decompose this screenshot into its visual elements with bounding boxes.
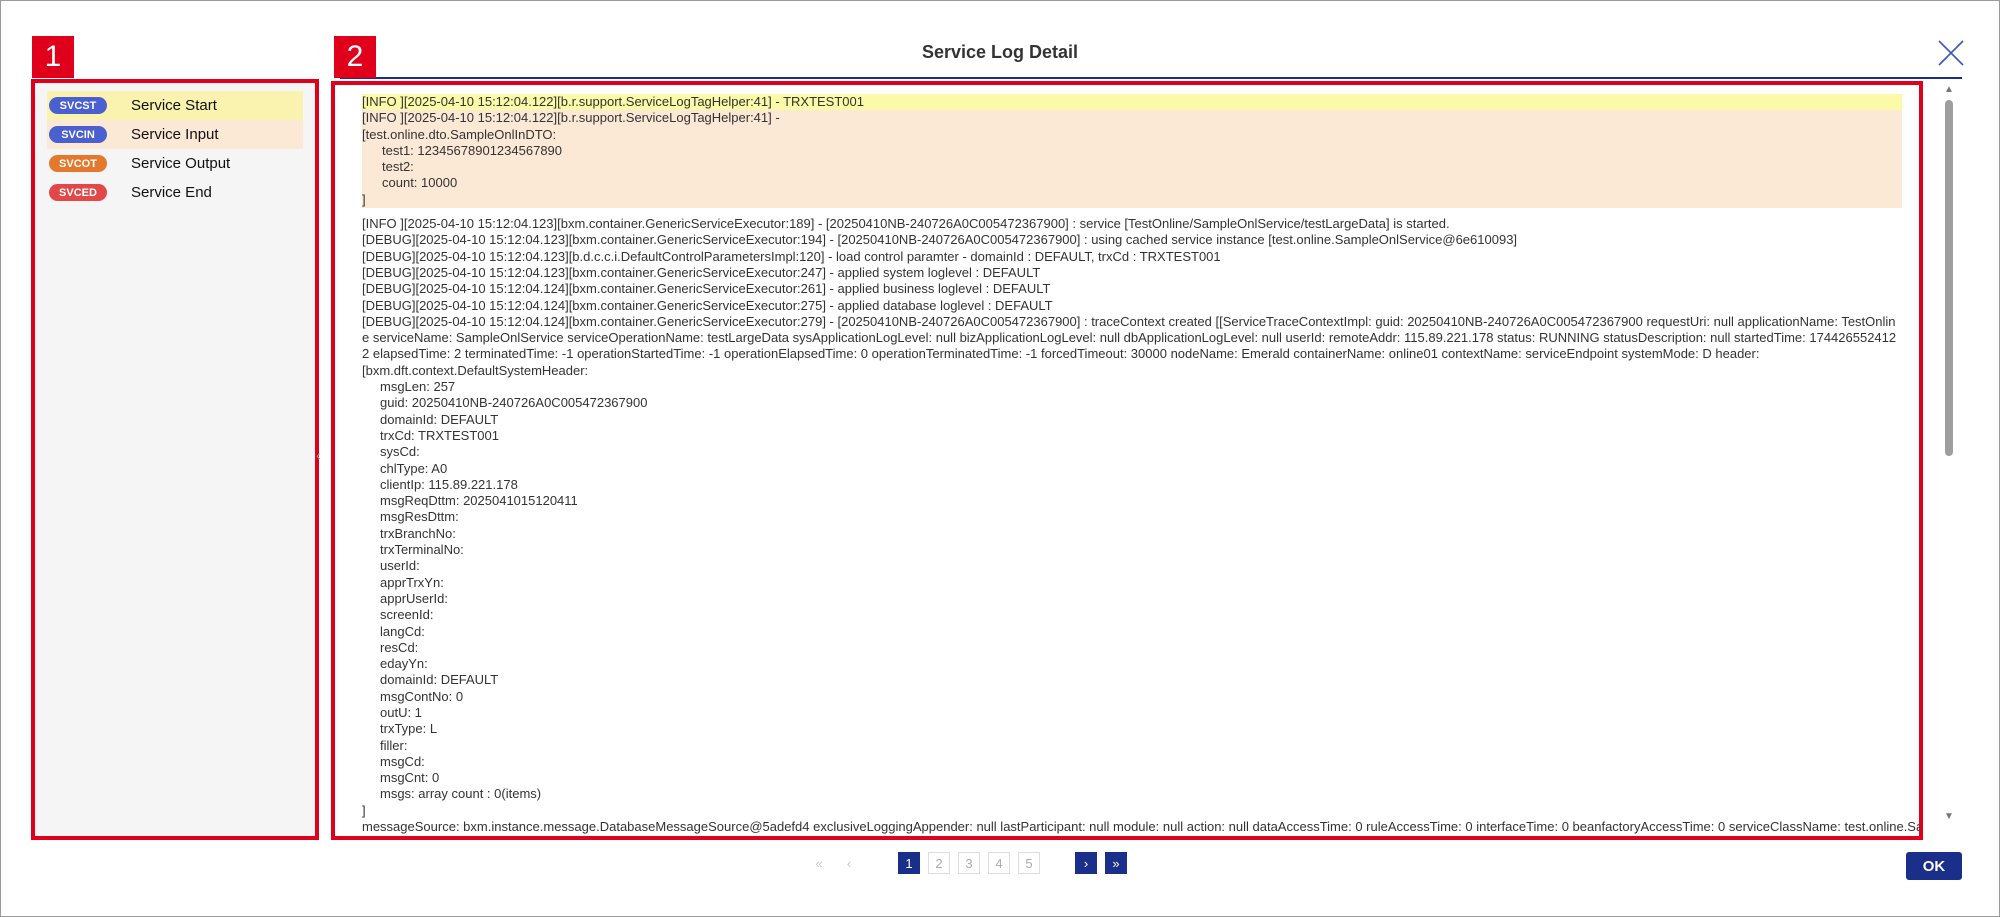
tag-label: Service Input — [131, 126, 219, 143]
log-gap — [362, 208, 1902, 216]
scroll-down-icon[interactable]: ▼ — [1944, 811, 1954, 822]
header-field: msgReqDttm: 2025041015120411 — [380, 493, 578, 509]
log-content: [INFO ][2025-04-10 15:12:04.122][b.r.sup… — [362, 94, 1923, 835]
log-line: [INFO ][2025-04-10 15:12:04.122][b.r.sup… — [362, 110, 780, 126]
header-field: screenId: — [380, 607, 434, 623]
tag-row-service-start[interactable]: SVCST Service Start — [47, 91, 303, 120]
annotation-marker-2: 2 — [334, 36, 376, 78]
log-line: test1: 12345678901234567890 — [382, 142, 563, 158]
log-line: [DEBUG][2025-04-10 15:12:04.123][b.d.c.c… — [362, 248, 1221, 264]
header-field: msgCnt: 0 — [380, 770, 440, 786]
dialog-title: Service Log Detail — [921, 42, 1079, 62]
header-field: trxType: L — [380, 721, 438, 737]
first-page-button[interactable]: « — [808, 852, 830, 874]
header-field: apprUserId: — [380, 590, 448, 606]
header-field: msgResDttm: — [380, 509, 459, 525]
log-line: [DEBUG][2025-04-10 15:12:04.124][bxm.con… — [362, 281, 1051, 297]
scroll-up-icon[interactable]: ▲ — [1944, 84, 1954, 95]
page-button-2[interactable]: 2 — [928, 852, 950, 874]
next-page-button[interactable]: › — [1075, 852, 1097, 874]
log-line: test2: — [382, 159, 414, 175]
scroll-thumb[interactable] — [1945, 100, 1953, 456]
log-line-service-start: [INFO ][2025-04-10 15:12:04.122][b.r.sup… — [362, 94, 1902, 111]
close-button[interactable] — [1936, 38, 1966, 68]
prev-page-button[interactable]: ‹ — [838, 852, 860, 874]
log-line: ] — [362, 191, 366, 207]
log-line: ] — [362, 802, 366, 818]
tag-row-service-output[interactable]: SVCOT Service Output — [47, 149, 303, 178]
header-field: edayYn: — [380, 656, 428, 672]
annotation-marker-1: 1 — [32, 36, 74, 78]
header-field: resCd: — [380, 639, 419, 655]
log-line: [DEBUG][2025-04-10 15:12:04.123][bxm.con… — [362, 232, 1518, 248]
header-field: langCd: — [380, 623, 425, 639]
log-tag-list: SVCST Service Start SVCIN Service Input … — [47, 91, 303, 207]
header-field: filler: — [380, 737, 408, 753]
tag-label: Service End — [131, 184, 212, 201]
tag-badge-svcst: SVCST — [49, 97, 107, 114]
tag-badge-svced: SVCED — [49, 184, 107, 201]
header-field: domainId: DEFAULT — [380, 411, 499, 427]
header-field: guid: 20250410NB-240726A0C005472367900 — [380, 395, 648, 411]
log-line: count: 10000 — [382, 175, 458, 191]
page-button-3[interactable]: 3 — [958, 852, 980, 874]
header-field: sysCd: — [380, 444, 420, 460]
tag-badge-svcin: SVCIN — [49, 126, 107, 143]
header-field: msgCd: — [380, 753, 425, 769]
tag-badge-svcot: SVCOT — [49, 155, 107, 172]
header-field: trxBranchNo: — [380, 525, 456, 541]
log-tag-panel: SVCST Service Start SVCIN Service Input … — [31, 79, 319, 840]
ok-button[interactable]: OK — [1906, 852, 1962, 880]
tag-row-service-input[interactable]: SVCIN Service Input — [47, 120, 303, 149]
close-icon — [1938, 40, 1964, 66]
page-button-4[interactable]: 4 — [988, 852, 1010, 874]
header-field: outU: 1 — [380, 704, 422, 720]
panel-splitter-handle[interactable]: ‹ — [316, 447, 321, 463]
log-line: [DEBUG][2025-04-10 15:12:04.124][bxm.con… — [362, 297, 1053, 313]
tag-label: Service Start — [131, 97, 217, 114]
header-field: msgs: array count : 0(items) — [380, 786, 542, 802]
log-scrollbar[interactable]: ▲ ▼ — [1941, 84, 1957, 826]
log-line: [bxm.dft.context.DefaultSystemHeader: — [362, 362, 589, 378]
log-line: [INFO ][2025-04-10 15:12:04.123][bxm.con… — [362, 216, 1450, 232]
log-line-message-source: messageSource: bxm.instance.message.Data… — [362, 819, 1923, 835]
title-divider — [340, 77, 1962, 79]
log-detail-panel: [INFO ][2025-04-10 15:12:04.122][b.r.sup… — [331, 81, 1923, 840]
log-line: [DEBUG][2025-04-10 15:12:04.123][bxm.con… — [362, 264, 1041, 280]
header-field: msgLen: 257 — [380, 379, 456, 395]
header-field: userId: — [380, 558, 420, 574]
last-page-button[interactable]: » — [1105, 852, 1127, 874]
header-field: msgContNo: 0 — [380, 688, 464, 704]
tag-row-service-end[interactable]: SVCED Service End — [47, 178, 303, 207]
header-field: clientIp: 115.89.221.178 — [380, 476, 518, 492]
page-button-5[interactable]: 5 — [1018, 852, 1040, 874]
page-button-1[interactable]: 1 — [898, 852, 920, 874]
log-block-service-input: [INFO ][2025-04-10 15:12:04.122][b.r.sup… — [362, 110, 1902, 209]
header-field: trxCd: TRXTEST001 — [380, 427, 499, 443]
tag-label: Service Output — [131, 155, 231, 172]
header-field: chlType: A0 — [380, 460, 448, 476]
log-line-trace-context: [DEBUG][2025-04-10 15:12:04.124][bxm.con… — [362, 313, 1897, 362]
header-field: trxTerminalNo: — [380, 542, 464, 558]
header-field: domainId: DEFAULT — [380, 672, 499, 688]
header-field: apprTrxYn: — [380, 574, 444, 590]
log-line: [test.online.dto.SampleOnlInDTO: — [362, 126, 557, 142]
